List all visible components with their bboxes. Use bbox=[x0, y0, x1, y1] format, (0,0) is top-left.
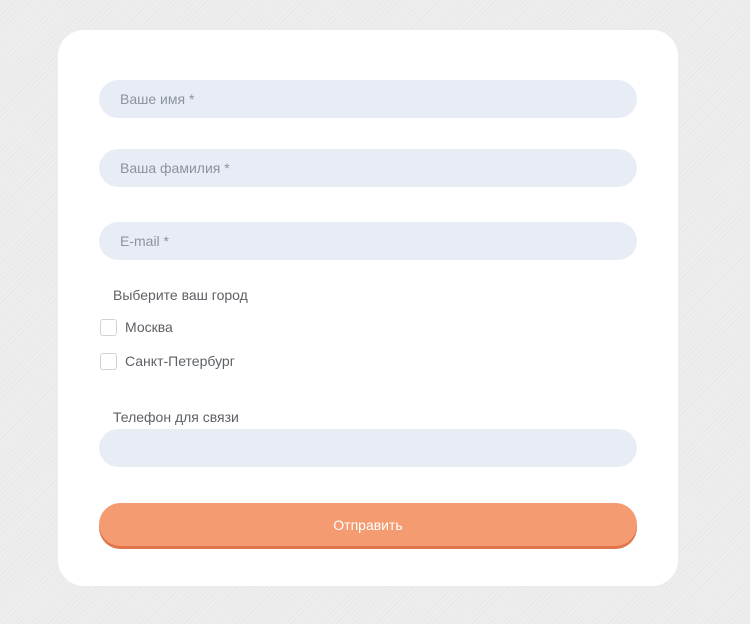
email-input[interactable] bbox=[99, 222, 637, 260]
submit-button[interactable]: Отправить bbox=[99, 503, 637, 546]
form-card: Выберите ваш город Москва Санкт-Петербур… bbox=[58, 30, 678, 586]
moscow-checkbox[interactable] bbox=[100, 318, 117, 336]
phone-label: Телефон для связи bbox=[113, 409, 239, 425]
city-option-saint-petersburg[interactable]: Санкт-Петербург bbox=[100, 351, 235, 371]
last-name-input[interactable] bbox=[99, 149, 637, 187]
saint-petersburg-checkbox[interactable] bbox=[100, 352, 117, 370]
city-label: Выберите ваш город bbox=[113, 287, 248, 303]
first-name-input[interactable] bbox=[99, 80, 637, 118]
moscow-label: Москва bbox=[125, 319, 173, 335]
city-option-moscow[interactable]: Москва bbox=[100, 317, 173, 337]
phone-input[interactable] bbox=[99, 429, 637, 467]
saint-petersburg-label: Санкт-Петербург bbox=[125, 353, 235, 369]
